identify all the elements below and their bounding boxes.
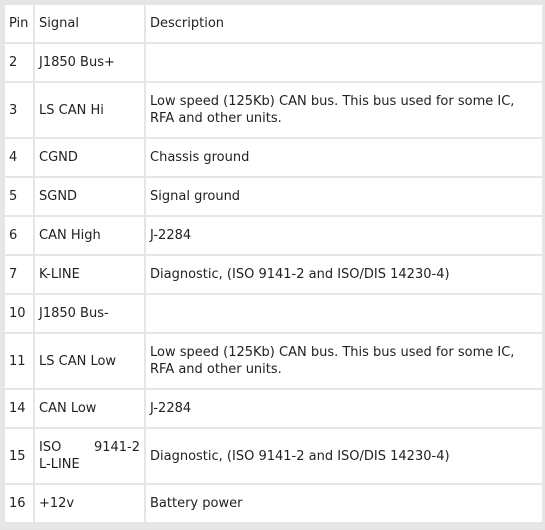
signal-cell: K-LINE	[35, 256, 144, 293]
table-row: 16 +12v Battery power	[5, 485, 542, 522]
signal-cell: CGND	[35, 139, 144, 176]
description-cell: J-2284	[146, 217, 542, 254]
description-cell: Battery power	[146, 485, 542, 522]
signal-cell: LS CAN Hi	[35, 83, 144, 137]
signal-cell: CAN High	[35, 217, 144, 254]
signal-cell: LS CAN Low	[35, 334, 144, 388]
description-cell: J-2284	[146, 390, 542, 427]
signal-part: ISO	[39, 440, 62, 455]
pin-cell: 3	[5, 83, 33, 137]
pin-cell: 7	[5, 256, 33, 293]
table-row: 2 J1850 Bus+	[5, 44, 542, 81]
pin-cell: 2	[5, 44, 33, 81]
pin-cell: 14	[5, 390, 33, 427]
table-header-row: Pin Signal Description	[5, 5, 542, 42]
pin-cell: 16	[5, 485, 33, 522]
signal-cell: J1850 Bus-	[35, 295, 144, 332]
description-cell: Chassis ground	[146, 139, 542, 176]
table-row: 5 SGND Signal ground	[5, 178, 542, 215]
description-cell: Diagnostic, (ISO 9141-2 and ISO/DIS 1423…	[146, 256, 542, 293]
description-cell: Low speed (125Kb) CAN bus. This bus used…	[146, 83, 542, 137]
description-cell: Low speed (125Kb) CAN bus. This bus used…	[146, 334, 542, 388]
pinout-table-container: Pin Signal Description 2 J1850 Bus+ 3 LS…	[0, 0, 545, 530]
pin-cell: 4	[5, 139, 33, 176]
description-cell	[146, 295, 542, 332]
signal-part: L-LINE	[39, 457, 80, 472]
table-row: 4 CGND Chassis ground	[5, 139, 542, 176]
column-header-signal: Signal	[35, 5, 144, 42]
pin-cell: 11	[5, 334, 33, 388]
table-row: 7 K-LINE Diagnostic, (ISO 9141-2 and ISO…	[5, 256, 542, 293]
signal-cell: SGND	[35, 178, 144, 215]
pinout-table: Pin Signal Description 2 J1850 Bus+ 3 LS…	[3, 3, 544, 524]
signal-cell: CAN Low	[35, 390, 144, 427]
table-row: 3 LS CAN Hi Low speed (125Kb) CAN bus. T…	[5, 83, 542, 137]
column-header-pin: Pin	[5, 5, 33, 42]
pin-cell: 6	[5, 217, 33, 254]
pin-cell: 15	[5, 429, 33, 483]
pin-cell: 5	[5, 178, 33, 215]
signal-cell: +12v	[35, 485, 144, 522]
signal-cell: ISO 9141-2 L-LINE	[35, 429, 144, 483]
description-cell: Diagnostic, (ISO 9141-2 and ISO/DIS 1423…	[146, 429, 542, 483]
table-row: 11 LS CAN Low Low speed (125Kb) CAN bus.…	[5, 334, 542, 388]
table-row: 6 CAN High J-2284	[5, 217, 542, 254]
description-cell: Signal ground	[146, 178, 542, 215]
description-cell	[146, 44, 542, 81]
column-header-description: Description	[146, 5, 542, 42]
pin-cell: 10	[5, 295, 33, 332]
signal-part: 9141-2	[93, 440, 140, 455]
signal-cell: J1850 Bus+	[35, 44, 144, 81]
table-row: 14 CAN Low J-2284	[5, 390, 542, 427]
table-row: 10 J1850 Bus-	[5, 295, 542, 332]
table-row: 15 ISO 9141-2 L-LINE Diagnostic, (ISO 91…	[5, 429, 542, 483]
